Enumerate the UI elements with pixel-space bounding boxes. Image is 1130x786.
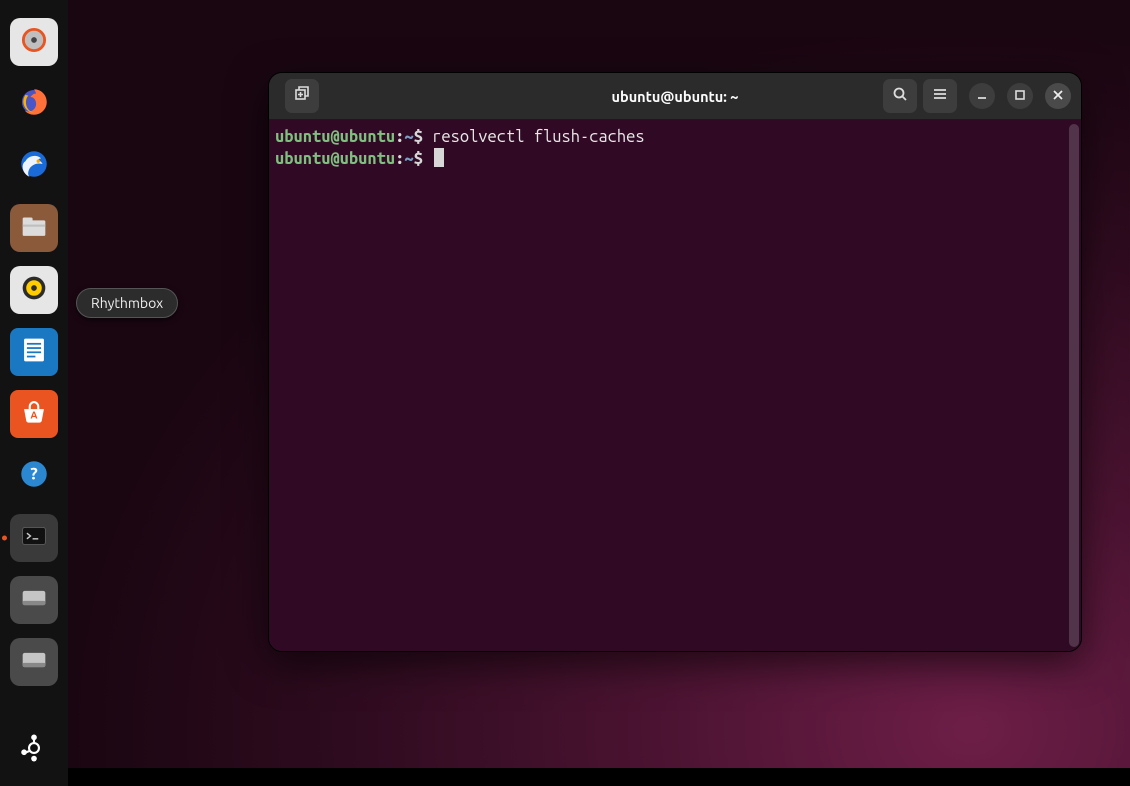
prompt-dollar: $ bbox=[414, 150, 432, 168]
new-tab-icon bbox=[294, 86, 310, 106]
prompt-user: ubuntu@ubuntu bbox=[275, 150, 395, 168]
prompt-path: ~ bbox=[404, 150, 413, 168]
show-apps-icon bbox=[17, 731, 51, 769]
files-icon bbox=[17, 209, 51, 247]
disk-1-icon bbox=[17, 581, 51, 619]
terminal-line: ubuntu@ubuntu:~$ bbox=[275, 148, 1071, 170]
help-icon: ? bbox=[17, 457, 51, 495]
prompt-sep: : bbox=[395, 150, 404, 168]
dock-thunderbird[interactable] bbox=[10, 142, 58, 190]
terminal-line: ubuntu@ubuntu:~$ resolvectl flush-caches bbox=[275, 126, 1071, 148]
dock: A ? bbox=[0, 0, 68, 786]
hamburger-icon bbox=[932, 86, 948, 106]
search-button[interactable] bbox=[883, 79, 917, 113]
firefox-icon bbox=[17, 85, 51, 123]
prompt-sep: : bbox=[395, 128, 404, 146]
dock-help[interactable]: ? bbox=[10, 452, 58, 500]
libreoffice-writer-icon bbox=[17, 333, 51, 371]
minimize-icon bbox=[976, 87, 988, 105]
dock-software[interactable]: A bbox=[10, 390, 58, 438]
svg-text:?: ? bbox=[30, 465, 38, 484]
terminal-icon bbox=[17, 519, 51, 557]
terminal-body[interactable]: ubuntu@ubuntu:~$ resolvectl flush-caches… bbox=[269, 120, 1081, 651]
dock-terminal[interactable] bbox=[10, 514, 58, 562]
thunderbird-icon bbox=[17, 147, 51, 185]
dock-writer[interactable] bbox=[10, 328, 58, 376]
dock-disk-utility[interactable] bbox=[10, 18, 58, 66]
close-icon bbox=[1052, 87, 1064, 105]
search-icon bbox=[892, 86, 908, 106]
new-tab-button[interactable] bbox=[285, 79, 319, 113]
text-cursor bbox=[434, 148, 444, 167]
dock-disk-1[interactable] bbox=[10, 576, 58, 624]
prompt-user: ubuntu@ubuntu bbox=[275, 128, 395, 146]
command-text: resolvectl flush-caches bbox=[432, 128, 645, 146]
terminal-window[interactable]: ubuntu@ubuntu: ~ bbox=[268, 72, 1082, 652]
dock-rhythmbox[interactable] bbox=[10, 266, 58, 314]
dock-files[interactable] bbox=[10, 204, 58, 252]
disk-utility-icon bbox=[17, 23, 51, 61]
rhythmbox-icon bbox=[17, 271, 51, 309]
dock-tooltip: Rhythmbox bbox=[76, 288, 178, 318]
prompt-dollar: $ bbox=[414, 128, 432, 146]
terminal-titlebar[interactable]: ubuntu@ubuntu: ~ bbox=[269, 73, 1081, 120]
minimize-button[interactable] bbox=[969, 83, 995, 109]
maximize-button[interactable] bbox=[1007, 83, 1033, 109]
maximize-icon bbox=[1014, 87, 1026, 105]
prompt-path: ~ bbox=[404, 128, 413, 146]
dock-show-apps[interactable] bbox=[10, 726, 58, 774]
terminal-scrollbar[interactable] bbox=[1069, 124, 1079, 647]
dock-disk-2[interactable] bbox=[10, 638, 58, 686]
disk-2-icon bbox=[17, 643, 51, 681]
dock-firefox[interactable] bbox=[10, 80, 58, 128]
menu-button[interactable] bbox=[923, 79, 957, 113]
ubuntu-software-icon: A bbox=[17, 395, 51, 433]
svg-text:A: A bbox=[31, 409, 38, 420]
close-button[interactable] bbox=[1045, 83, 1071, 109]
